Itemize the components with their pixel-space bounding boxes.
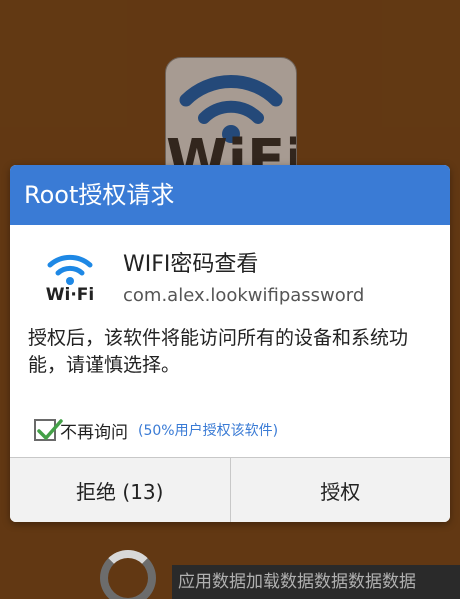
root-permission-dialog: Root授权请求 Wi·Fi WIFI密码查看 com.alex.lookwif…	[10, 165, 450, 522]
dialog-title: Root授权请求	[10, 165, 450, 225]
deny-button[interactable]: 拒绝 (13)	[10, 458, 231, 522]
remember-checkbox[interactable]	[34, 419, 63, 441]
dialog-button-bar: 拒绝 (13) 授权	[10, 457, 450, 522]
remember-label[interactable]: 不再询问	[60, 418, 128, 443]
app-info-row: Wi·Fi WIFI密码查看 com.alex.lookwifipassword	[10, 225, 450, 325]
checkmark-icon	[37, 419, 63, 440]
loading-toast-text: 应用数据加载数据数据数据数据	[172, 565, 460, 599]
remember-hint: (50%用户授权该软件)	[138, 423, 279, 439]
app-package-name: com.alex.lookwifipassword	[123, 285, 365, 306]
remember-choice-row[interactable]: 不再询问 (50%用户授权该软件)	[10, 405, 450, 455]
dialog-message: 授权后，该软件将能访问所有的设备和系统功能，请谨慎选择。	[28, 327, 409, 376]
loading-spinner-icon	[100, 550, 156, 599]
app-icon-text: Wi·Fi	[45, 285, 95, 305]
grant-button[interactable]: 授权	[231, 458, 451, 522]
app-name: WIFI密码查看	[123, 252, 259, 277]
screen: WiFi Root授权请求 Wi·Fi WIFI密码查看 com.alex.lo…	[0, 0, 460, 599]
wifi-icon	[47, 254, 93, 285]
app-icon: Wi·Fi	[40, 249, 100, 309]
